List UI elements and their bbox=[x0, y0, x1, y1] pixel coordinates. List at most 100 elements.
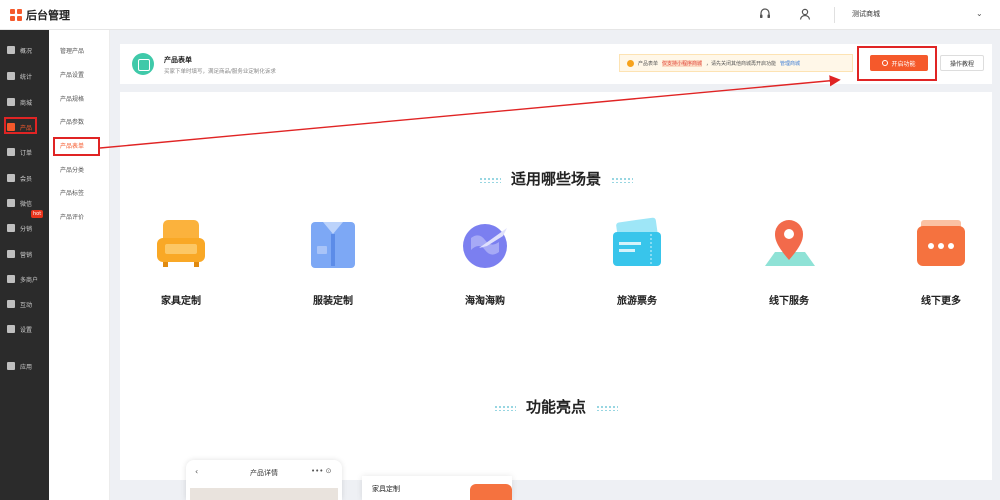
sidebar-item-label: 多商户 bbox=[20, 276, 39, 284]
annotation-box-product bbox=[4, 117, 37, 134]
sidebar-item-distribution[interactable]: 分销 bbox=[0, 219, 49, 237]
store-name[interactable]: 测试商城 bbox=[852, 9, 880, 19]
sidebar-item-orders[interactable]: 订单 bbox=[0, 143, 49, 161]
main-sidebar: 概况 统计 商城 产品 订单 会员 微信 分销 营销 多商户 互动 设置 应用 bbox=[0, 30, 49, 500]
sidebar-item-members[interactable]: 会员 bbox=[0, 169, 49, 187]
sidebar-item-label: 互动 bbox=[20, 301, 33, 309]
orange-tag-icon bbox=[470, 484, 512, 500]
share-icon bbox=[7, 224, 15, 232]
sofa-icon bbox=[153, 216, 209, 272]
sidebar-item-label: 微信 bbox=[20, 200, 33, 208]
subnav-item-manage[interactable]: 管理产品 bbox=[60, 46, 84, 55]
interact-icon bbox=[7, 300, 15, 308]
more-options-icon: ••• ⊙ bbox=[311, 467, 332, 475]
subnav-item-specs[interactable]: 产品规格 bbox=[60, 94, 84, 103]
scene-label: 海淘海购 bbox=[465, 296, 505, 307]
furniture-label: 家具定制 bbox=[372, 485, 400, 493]
scene-offline-service: 线下服务 bbox=[744, 216, 834, 307]
layers-icon bbox=[7, 46, 15, 54]
sidebar-item-label: 会员 bbox=[20, 175, 33, 183]
warning-icon bbox=[627, 59, 634, 67]
gear-icon bbox=[7, 325, 15, 333]
sidebar-item-overview[interactable]: 概况 bbox=[0, 41, 49, 59]
crown-icon bbox=[7, 174, 15, 182]
shirt-icon bbox=[305, 216, 361, 272]
sidebar-item-interaction[interactable]: 互动 bbox=[0, 295, 49, 313]
app-title: 后台管理 bbox=[26, 9, 70, 22]
sidebar-item-apps[interactable]: 应用 bbox=[0, 357, 49, 375]
product-image bbox=[190, 488, 338, 500]
tutorial-button[interactable]: 操作教程 bbox=[940, 55, 984, 71]
scene-label: 旅游票务 bbox=[617, 296, 657, 307]
subnav-item-tags[interactable]: 产品标签 bbox=[60, 188, 84, 197]
scene-furniture: 家具定制 bbox=[136, 216, 226, 307]
hot-badge: hot bbox=[31, 210, 44, 218]
scenes-heading: 适用哪些场景 bbox=[120, 168, 992, 189]
product-subnav: 管理产品 产品设置 产品规格 产品参数 产品表单 产品分类 产品标签 产品评价 bbox=[49, 30, 110, 500]
subnav-item-category[interactable]: 产品分类 bbox=[60, 165, 84, 174]
annotation-box-form bbox=[53, 137, 100, 156]
scene-clothing: 服装定制 bbox=[288, 216, 378, 307]
scene-overseas: 海淘海购 bbox=[440, 216, 530, 307]
dots-decoration bbox=[611, 176, 633, 183]
subnav-item-settings[interactable]: 产品设置 bbox=[60, 70, 84, 79]
scene-more: 线下更多 bbox=[896, 216, 986, 307]
feature-intro: 适用哪些场景 家具定制 服装定制 海淘海购 旅游票务 线下服务 线下更多 功能亮… bbox=[120, 92, 992, 480]
scene-label: 服装定制 bbox=[313, 296, 353, 307]
sidebar-item-stats[interactable]: 统计 bbox=[0, 67, 49, 85]
form-icon bbox=[132, 53, 154, 75]
more-chat-icon bbox=[913, 216, 969, 272]
top-divider bbox=[834, 7, 835, 23]
highlights-title: 功能亮点 bbox=[525, 398, 586, 416]
notice-prefix: 产品表单 bbox=[638, 60, 659, 67]
scenes-title: 适用哪些场景 bbox=[510, 170, 601, 188]
subnav-item-params[interactable]: 产品参数 bbox=[60, 117, 84, 126]
order-icon bbox=[7, 148, 15, 156]
sidebar-item-settings[interactable]: 设置 bbox=[0, 320, 49, 338]
apps-icon bbox=[7, 362, 15, 370]
wechat-icon bbox=[7, 199, 15, 207]
sidebar-item-label: 设置 bbox=[20, 326, 33, 334]
dots-decoration bbox=[596, 404, 618, 411]
sidebar-item-label: 订单 bbox=[20, 149, 33, 157]
scene-label: 线下更多 bbox=[921, 296, 961, 307]
sidebar-item-label: 分销 bbox=[20, 225, 33, 233]
page-description: 买家下单时填写，满足商品/服务业定制化诉求 bbox=[164, 69, 276, 75]
notice-highlight: 仅支持小程序商城 bbox=[662, 59, 703, 67]
shop-icon bbox=[7, 275, 15, 283]
sidebar-item-label: 商城 bbox=[20, 99, 33, 107]
top-bar: 后台管理 测试商城 ⌄ bbox=[0, 0, 1000, 30]
chevron-down-icon[interactable]: ⌄ bbox=[976, 9, 983, 18]
dots-decoration bbox=[493, 404, 516, 411]
subnav-item-reviews[interactable]: 产品评价 bbox=[60, 212, 84, 221]
flag-icon bbox=[7, 250, 15, 258]
logo-grid-icon bbox=[10, 9, 22, 21]
map-pin-icon bbox=[761, 216, 817, 272]
dots-decoration bbox=[478, 176, 501, 183]
sidebar-item-label: 应用 bbox=[20, 363, 33, 371]
scene-label: 线下服务 bbox=[769, 296, 809, 307]
store-icon bbox=[7, 98, 15, 106]
sidebar-item-multi-merchant[interactable]: 多商户 bbox=[0, 270, 49, 288]
page-title: 产品表单 bbox=[164, 56, 192, 64]
highlights-heading: 功能亮点 bbox=[120, 396, 992, 417]
notice-banner: 产品表单 仅支持小程序商城 ，请先关闭其他商城再开启功能 管理商城 bbox=[619, 54, 853, 72]
bar-chart-icon bbox=[7, 72, 15, 80]
user-icon[interactable] bbox=[798, 7, 812, 21]
phone-preview-card: ‹ 产品详情 ••• ⊙ bbox=[186, 460, 342, 500]
globe-plane-icon bbox=[457, 216, 513, 272]
furniture-preview-card: 家具定制 bbox=[362, 476, 512, 500]
manage-mall-link[interactable]: 管理商城 bbox=[780, 60, 800, 67]
headset-icon[interactable] bbox=[758, 7, 772, 21]
sidebar-item-mall[interactable]: 商城 bbox=[0, 93, 49, 111]
ticket-icon bbox=[609, 216, 665, 272]
scene-label: 家具定制 bbox=[161, 296, 201, 307]
scene-travel-tickets: 旅游票务 bbox=[592, 216, 682, 307]
sidebar-item-label: 营销 bbox=[20, 251, 33, 259]
sidebar-item-marketing[interactable]: 营销 bbox=[0, 245, 49, 263]
sidebar-item-label: 统计 bbox=[20, 73, 33, 81]
notice-middle: ，请先关闭其他商城再开启功能 bbox=[706, 60, 777, 67]
app-logo[interactable]: 后台管理 bbox=[10, 7, 70, 23]
main-content: 产品表单 买家下单时填写，满足商品/服务业定制化诉求 产品表单 仅支持小程序商城，… bbox=[120, 44, 992, 480]
annotation-box-enable bbox=[857, 46, 937, 81]
